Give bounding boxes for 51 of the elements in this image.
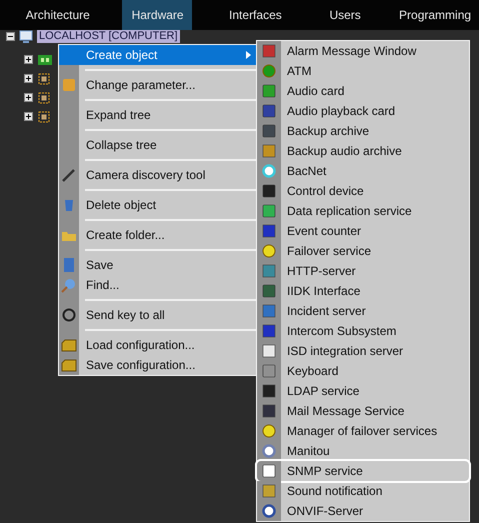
tree-node-label[interactable]: LOCALHOST [COMPUTER] <box>37 30 180 43</box>
menu-item[interactable]: Mail Message Service <box>257 401 469 421</box>
menu-item[interactable]: Delete object <box>59 195 257 215</box>
tab[interactable]: Users <box>315 0 376 30</box>
expand-icon[interactable] <box>24 93 33 102</box>
tab[interactable]: Hardware <box>122 0 192 30</box>
menu-item[interactable]: Find... <box>59 275 257 295</box>
tab[interactable]: Architecture <box>8 0 108 30</box>
menu-item[interactable]: Collapse tree <box>59 135 257 155</box>
menu-item[interactable]: Intercom Subsystem <box>257 321 469 341</box>
collapse-icon[interactable] <box>6 32 15 41</box>
menu-item[interactable]: Event counter <box>257 221 469 241</box>
menu-item[interactable]: Change parameter... <box>59 75 257 95</box>
menu-item[interactable]: Manager of failover services <box>257 421 469 441</box>
menu-item[interactable]: ATM <box>257 61 469 81</box>
computer-icon <box>19 30 33 43</box>
menu-item[interactable]: Data replication service <box>257 201 469 221</box>
menu-item[interactable]: Backup archive <box>257 121 469 141</box>
tab[interactable]: Interfaces <box>216 0 296 30</box>
menu-item[interactable]: Failover service <box>257 241 469 261</box>
menu-item[interactable]: Load configuration... <box>59 335 257 355</box>
menu-item[interactable]: Audio playback card <box>257 101 469 121</box>
menu-item[interactable]: Sound notification <box>257 481 469 501</box>
expand-icon[interactable] <box>24 55 33 64</box>
menu-item[interactable]: Camera discovery tool <box>59 165 257 185</box>
menu-item[interactable]: Save <box>59 255 257 275</box>
menu-item[interactable]: Expand tree <box>59 105 257 125</box>
menu-item[interactable]: ONVIF-Server <box>257 501 469 521</box>
ring-icon <box>261 503 277 519</box>
square-icon <box>261 463 277 479</box>
menu-item[interactable]: Audio card <box>257 81 469 101</box>
menu-item[interactable]: Backup audio archive <box>257 141 469 161</box>
menu-item[interactable]: Save configuration... <box>59 355 257 375</box>
menu-item[interactable]: LDAP service <box>257 381 469 401</box>
menu-item[interactable]: SNMP service <box>257 461 469 481</box>
menu-item[interactable]: ISD integration server <box>257 341 469 361</box>
menu-item[interactable]: HTTP-server <box>257 261 469 281</box>
tab[interactable]: Programming <box>389 0 479 30</box>
menu-item[interactable]: BacNet <box>257 161 469 181</box>
menu-item[interactable]: Incident server <box>257 301 469 321</box>
menu-item[interactable]: Create folder... <box>59 225 257 245</box>
submenu-arrow-icon <box>246 51 251 59</box>
menu-item[interactable]: Alarm Message Window <box>257 41 469 61</box>
menu-item[interactable]: Keyboard <box>257 361 469 381</box>
menu-item[interactable]: Control device <box>257 181 469 201</box>
menu-item[interactable]: Manitou <box>257 441 469 461</box>
expand-icon[interactable] <box>24 112 33 121</box>
menu-item[interactable]: Send key to all <box>59 305 257 325</box>
expand-icon[interactable] <box>24 74 33 83</box>
magnifier-icon <box>61 277 77 293</box>
menu-item[interactable]: IIDK Interface <box>257 281 469 301</box>
